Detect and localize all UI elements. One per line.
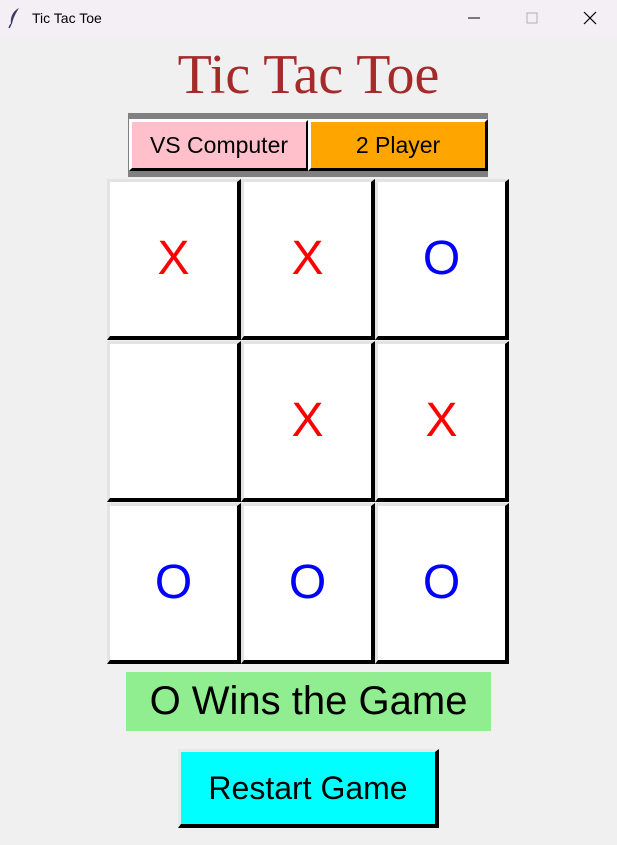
feather-icon [8, 7, 22, 29]
board-cell-1-1[interactable]: X [241, 341, 375, 502]
board-cell-1-2[interactable]: X [375, 341, 509, 502]
close-button[interactable] [561, 0, 617, 36]
board-cell-0-0[interactable]: X [107, 179, 241, 340]
board-cell-2-1[interactable]: O [241, 503, 375, 664]
board-cell-0-2[interactable]: O [375, 179, 509, 340]
restart-game-button[interactable]: Restart Game [178, 749, 439, 828]
mode-selector: VS Computer 2 Player [128, 113, 488, 177]
board-cell-1-0[interactable] [107, 341, 241, 502]
board-cell-0-1[interactable]: X [241, 179, 375, 340]
window-title: Tic Tac Toe [32, 10, 102, 26]
board-cell-2-2[interactable]: O [375, 503, 509, 664]
two-player-button[interactable]: 2 Player [308, 119, 488, 171]
game-title: Tic Tac Toe [177, 44, 440, 106]
window-title-bar: Tic Tac Toe [0, 0, 617, 36]
minimize-button[interactable] [445, 0, 503, 36]
game-status-label: O Wins the Game [126, 672, 491, 731]
vs-computer-button[interactable]: VS Computer [129, 119, 309, 171]
board-cell-2-0[interactable]: O [107, 503, 241, 664]
game-board: X X O X X O O O [107, 179, 512, 666]
maximize-button[interactable] [503, 0, 561, 36]
